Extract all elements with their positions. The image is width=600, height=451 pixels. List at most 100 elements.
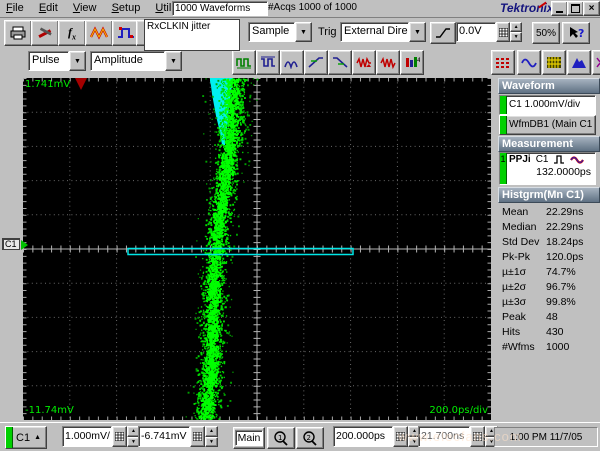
measurement-source: C1 bbox=[536, 154, 549, 165]
mask-test-button[interactable] bbox=[491, 50, 515, 75]
keypad-icon bbox=[499, 28, 508, 37]
histogram-icon bbox=[571, 56, 587, 69]
chevron-down-icon[interactable]: ▼ bbox=[409, 22, 426, 42]
measure-type-select[interactable]: Amplitude ▼ bbox=[90, 51, 182, 71]
keypad-button[interactable] bbox=[470, 426, 485, 447]
meas-fall-time-button[interactable] bbox=[328, 50, 352, 75]
meas-period-button[interactable] bbox=[280, 50, 304, 75]
timebase-main-button[interactable]: Main bbox=[233, 427, 265, 449]
trigger-level-stepper[interactable]: ▲ ▼ bbox=[510, 22, 522, 42]
tools-button[interactable] bbox=[31, 20, 59, 46]
meas-jitter-button[interactable] bbox=[376, 50, 400, 75]
keypad-button[interactable] bbox=[112, 426, 127, 447]
waveform-tool-button[interactable] bbox=[85, 20, 113, 46]
fx-button[interactable]: fx bbox=[58, 20, 86, 46]
trigger-slope-button[interactable] bbox=[430, 22, 456, 44]
mask-test-icon bbox=[495, 56, 511, 69]
trig-label: Trig bbox=[318, 26, 337, 38]
measure-category-select[interactable]: Pulse ▼ bbox=[28, 51, 86, 71]
rise-time-icon bbox=[308, 56, 324, 69]
stat-row: Hits430 bbox=[498, 324, 598, 339]
stat-row: µ±3σ99.8% bbox=[498, 294, 598, 309]
restore-button[interactable] bbox=[567, 1, 584, 16]
channel-marker[interactable]: C1 bbox=[2, 238, 20, 250]
chevron-down-icon[interactable]: ▼ bbox=[165, 51, 182, 71]
keypad-button[interactable] bbox=[393, 426, 408, 447]
spin-down-icon[interactable]: ▼ bbox=[205, 437, 218, 448]
channel-color-chip bbox=[6, 427, 13, 448]
vertical-offset-stepper[interactable]: ▲ ▼ bbox=[205, 426, 218, 447]
fx-icon: fx bbox=[68, 25, 76, 41]
context-help-button[interactable]: ? bbox=[562, 22, 590, 44]
keypad-icon bbox=[396, 432, 405, 441]
stat-row: Median22.29ns bbox=[498, 219, 598, 234]
menu-edit[interactable]: Edit bbox=[33, 0, 64, 16]
chevron-down-icon[interactable]: ▼ bbox=[69, 51, 86, 71]
meas-rise-time-button[interactable] bbox=[304, 50, 328, 75]
keypad-icon bbox=[193, 432, 202, 441]
menu-view[interactable]: View bbox=[67, 0, 103, 16]
waveform-section-header: Waveform bbox=[498, 78, 600, 94]
waveform-display[interactable]: 1.741mV -11.74mV 200.0ps/div bbox=[23, 78, 491, 420]
plot-region: C1 1.741mV -11.74mV 200.0ps/div bbox=[0, 76, 497, 422]
vertical-scale-field[interactable]: 1.000mV/ bbox=[62, 426, 112, 447]
print-button[interactable] bbox=[4, 20, 32, 46]
keypad-button[interactable] bbox=[190, 426, 205, 447]
tools-icon bbox=[37, 26, 53, 40]
spin-down-icon[interactable]: ▼ bbox=[510, 32, 522, 42]
stat-row: Peak48 bbox=[498, 309, 598, 324]
meas-stat-counter-button[interactable]: 4 bbox=[400, 50, 424, 75]
tooltip: RxCLKIN jitter bbox=[144, 19, 240, 51]
measurement-item[interactable]: 1 PPJi C1 132.0000ps bbox=[499, 152, 596, 185]
trigger-level-field[interactable]: 0.0V bbox=[456, 22, 496, 42]
channel-select-label: C1 bbox=[16, 432, 30, 444]
menu-setup[interactable]: Setup bbox=[106, 0, 147, 16]
spin-up-icon[interactable]: ▲ bbox=[510, 22, 522, 32]
histogram-button[interactable] bbox=[567, 50, 591, 75]
vertical-bottom-label: -11.74mV bbox=[25, 405, 74, 416]
zoom-50pct-button[interactable]: 50% bbox=[532, 22, 560, 44]
horizontal-scale-field[interactable]: 200.000ps bbox=[333, 426, 393, 447]
waveform-item-label: WfmDB1 (Main C1 bbox=[507, 116, 594, 134]
main-toolbar: fx C RxCLKIN jitter Sample ▼ Trig Extern… bbox=[0, 18, 600, 47]
measurement-color-chip: 1 bbox=[500, 153, 507, 184]
sine-wave-button[interactable] bbox=[517, 50, 541, 75]
trigger-source-select[interactable]: External Direct ▼ bbox=[340, 22, 426, 42]
stat-row: Mean22.29ns bbox=[498, 204, 598, 219]
eye-diagram-button[interactable] bbox=[592, 50, 600, 75]
channel-marker-label: C1 bbox=[2, 238, 20, 250]
stat-row: µ±2σ96.7% bbox=[498, 279, 598, 294]
oscilloscope-app: { "window": { "menu": ["File", "Edit", "… bbox=[0, 0, 600, 450]
magnifier-1-button[interactable]: 1 bbox=[267, 427, 295, 449]
jitter-icon bbox=[380, 56, 396, 69]
chevron-down-icon[interactable]: ▼ bbox=[295, 22, 312, 42]
acquisition-mode-select[interactable]: Sample ▼ bbox=[248, 22, 312, 42]
channel-select-button[interactable]: C1 ▲ bbox=[5, 426, 47, 449]
vertical-top-label: 1.741mV bbox=[25, 79, 70, 90]
minimize-button[interactable] bbox=[551, 1, 568, 16]
keypad-icon bbox=[473, 432, 482, 441]
vertical-scale-group: 1.000mV/ ▲ ▼ bbox=[62, 426, 140, 447]
menu-file[interactable]: File bbox=[0, 0, 30, 16]
right-panel: Waveform C1 1.000mV/div WfmDB1 (Main C1 … bbox=[497, 76, 600, 422]
wfm-database-button[interactable] bbox=[542, 50, 566, 75]
waveform-item-wfmdb1[interactable]: WfmDB1 (Main C1 bbox=[499, 115, 596, 135]
help-cursor-icon: ? bbox=[568, 26, 584, 40]
meas-burst-button[interactable] bbox=[352, 50, 376, 75]
waveform-item-c1[interactable]: C1 1.000mV/div bbox=[499, 95, 596, 115]
color-waveform-icon bbox=[90, 26, 108, 40]
spin-up-icon[interactable]: ▲ bbox=[205, 426, 218, 437]
trigger-position-icon[interactable] bbox=[75, 78, 87, 90]
close-button[interactable]: × bbox=[583, 1, 600, 16]
vertical-offset-field[interactable]: -6.741mV bbox=[138, 426, 190, 447]
acqs-readout: #Acqs 1000 of 1000 bbox=[268, 2, 357, 13]
horizontal-position-field[interactable]: 21.700ns bbox=[418, 426, 470, 447]
meas-negative-width-button[interactable] bbox=[256, 50, 280, 75]
negative-width-icon bbox=[260, 56, 276, 69]
channel-color-chip bbox=[500, 116, 507, 134]
horizontal-position-group: 21.700ns ▲ ▼ bbox=[418, 426, 498, 447]
chevron-up-icon: ▲ bbox=[34, 434, 41, 441]
magnifier-2-button[interactable]: 2 bbox=[296, 427, 324, 449]
keypad-button[interactable] bbox=[496, 22, 510, 42]
meas-positive-width-button[interactable] bbox=[232, 50, 256, 75]
